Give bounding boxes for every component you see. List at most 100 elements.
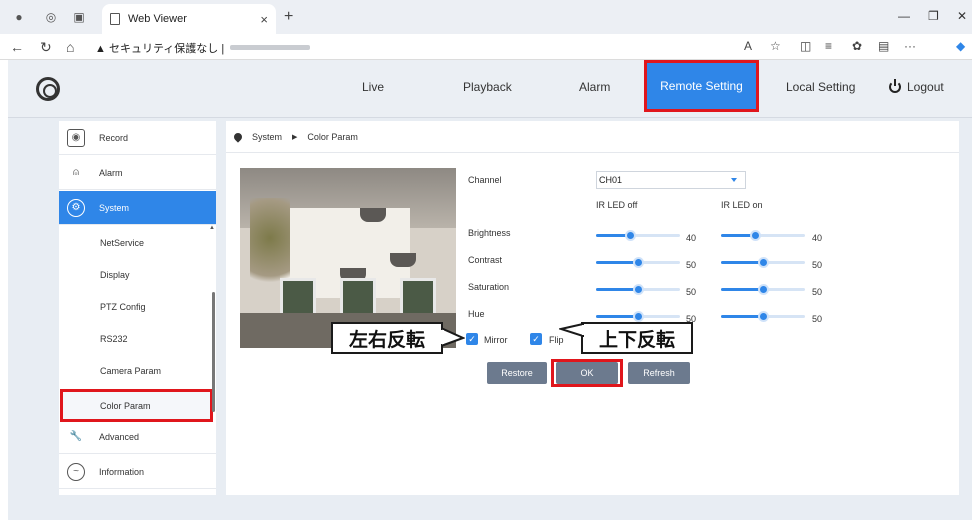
browser-tab[interactable]: Web Viewer × <box>102 4 276 34</box>
saturation-off-value: 50 <box>686 287 697 297</box>
hue-label: Hue <box>468 309 485 319</box>
restore-button[interactable]: ❐ <box>928 9 939 23</box>
slider-knob[interactable] <box>758 284 769 295</box>
saturation-on-slider[interactable] <box>721 284 805 295</box>
sidebar-subitem-display[interactable]: Display <box>59 258 216 291</box>
slider-knob[interactable] <box>625 230 636 241</box>
sidebar-subitem-netservice[interactable]: NetService <box>59 226 216 259</box>
menu-remote-setting[interactable]: Remote Setting <box>644 60 759 112</box>
camera-icon: ◉ <box>67 128 85 147</box>
chevron-down-icon <box>731 178 737 182</box>
document-icon <box>110 13 120 25</box>
contrast-label: Contrast <box>468 255 503 265</box>
copilot-icon[interactable]: ◆ <box>956 39 965 53</box>
slider-knob[interactable] <box>633 284 644 295</box>
sidebar-scrollbar-thumb[interactable] <box>212 292 215 412</box>
slider-knob[interactable] <box>758 311 769 322</box>
breadcrumb-separator-icon: ▶ <box>292 133 298 141</box>
workspaces-icon[interactable]: ◎ <box>44 10 58 24</box>
info-icon: ~ <box>67 462 85 481</box>
sidebar-item-system[interactable]: ⚙ System <box>59 191 216 225</box>
refresh-icon[interactable]: ↻ <box>40 39 52 56</box>
breadcrumb-page: Color Param <box>307 131 358 142</box>
minimize-button[interactable]: — <box>898 9 910 23</box>
hue-off-slider[interactable] <box>596 311 680 322</box>
close-window-button[interactable]: ✕ <box>957 9 967 23</box>
alarm-icon: ⍝ <box>73 167 79 178</box>
sidebar-subitem-rs232[interactable]: RS232 <box>59 322 216 355</box>
brightness-on-slider[interactable] <box>721 230 805 241</box>
channel-label: Channel <box>468 175 502 185</box>
menu-local-setting[interactable]: Local Setting <box>786 80 855 94</box>
channel-select[interactable]: CH01 <box>596 171 746 189</box>
browser-tabbar: ● ◎ ▣ Web Viewer × + — ❐ ✕ <box>0 0 972 34</box>
preview-lamp <box>390 253 416 267</box>
slider-knob[interactable] <box>750 230 761 241</box>
contrast-on-slider[interactable] <box>721 257 805 268</box>
sidebar-item-label: Information <box>99 466 145 477</box>
extensions-icon[interactable]: ✿ <box>852 39 862 53</box>
mirror-label: Mirror <box>484 335 508 345</box>
sidebar-subitem-ptz-config[interactable]: PTZ Config <box>59 290 216 323</box>
refresh-button[interactable]: Refresh <box>628 362 690 384</box>
logout-button[interactable]: Logout <box>889 79 944 94</box>
sidebar-subitem-camera-param[interactable]: Camera Param <box>59 354 216 387</box>
flip-callout: 上下反転 <box>581 322 693 354</box>
logo-icon <box>36 77 60 101</box>
restore-button[interactable]: Restore <box>487 362 547 384</box>
slider-knob[interactable] <box>758 257 769 268</box>
slider-knob[interactable] <box>633 257 644 268</box>
tab-actions-icon[interactable]: ▣ <box>72 10 86 24</box>
menu-alarm[interactable]: Alarm <box>579 80 610 94</box>
mirror-checkbox[interactable]: ✓ <box>466 333 478 345</box>
ok-button[interactable]: OK <box>556 362 618 384</box>
security-warning[interactable]: ▲ セキュリティ保護なし | <box>95 40 224 56</box>
slider-knob[interactable] <box>633 311 644 322</box>
app-header: Live Playback Alarm Local Setting Logout <box>8 60 972 118</box>
contrast-off-value: 50 <box>686 260 697 270</box>
brightness-off-value: 40 <box>686 233 697 243</box>
mirror-callout-pointer <box>441 326 465 348</box>
sidebar-item-label: Advanced <box>99 431 140 442</box>
split-screen-icon[interactable]: ◫ <box>800 39 811 53</box>
back-icon[interactable]: ← <box>10 39 24 55</box>
location-pin-icon <box>232 130 244 143</box>
url-field[interactable] <box>230 45 310 50</box>
favorites-bar-icon[interactable]: ≡ <box>825 39 832 53</box>
contrast-off-slider[interactable] <box>596 257 680 268</box>
saturation-off-slider[interactable] <box>596 284 680 295</box>
sidebar-item-advanced[interactable]: 🔧 Advanced <box>59 420 216 454</box>
collections-icon[interactable]: ▤ <box>878 39 889 53</box>
menu-live[interactable]: Live <box>362 80 384 94</box>
flip-checkbox[interactable]: ✓ <box>530 333 542 345</box>
wrench-icon: 🔧 <box>69 431 83 442</box>
sidebar-subitem-color-param[interactable]: Color Param <box>60 389 213 422</box>
contrast-on-value: 50 <box>812 260 823 270</box>
tab-close-button[interactable]: × <box>260 12 268 27</box>
more-icon[interactable]: ··· <box>904 39 916 53</box>
home-icon[interactable]: ⌂ <box>66 39 74 55</box>
brightness-on-value: 40 <box>812 233 823 243</box>
channel-value: CH01 <box>599 175 623 185</box>
new-tab-button[interactable]: + <box>284 8 293 26</box>
saturation-on-value: 50 <box>812 287 823 297</box>
read-aloud-icon[interactable]: A <box>744 39 752 53</box>
scroll-up-icon[interactable]: ▲ <box>209 225 215 231</box>
ir-led-off-header: IR LED off <box>596 200 638 210</box>
camera-preview <box>240 168 456 348</box>
saturation-label: Saturation <box>468 282 510 292</box>
tab-title: Web Viewer <box>128 13 187 25</box>
favorite-icon[interactable]: ☆ <box>770 39 781 53</box>
sidebar-item-information[interactable]: ~ Information <box>59 455 216 489</box>
sidebar-item-label: System <box>99 202 130 213</box>
menu-playback[interactable]: Playback <box>463 80 512 94</box>
breadcrumb-section[interactable]: System <box>252 132 282 142</box>
gear-icon: ⚙ <box>67 198 85 217</box>
sidebar-item-record[interactable]: ◉ Record <box>59 121 216 155</box>
profile-icon[interactable]: ● <box>12 10 26 24</box>
brightness-off-slider[interactable] <box>596 230 680 241</box>
hue-on-value: 50 <box>812 314 823 324</box>
sidebar-item-label: Record <box>99 132 129 143</box>
sidebar-item-alarm[interactable]: ⍝ Alarm <box>59 156 216 190</box>
hue-on-slider[interactable] <box>721 311 805 322</box>
